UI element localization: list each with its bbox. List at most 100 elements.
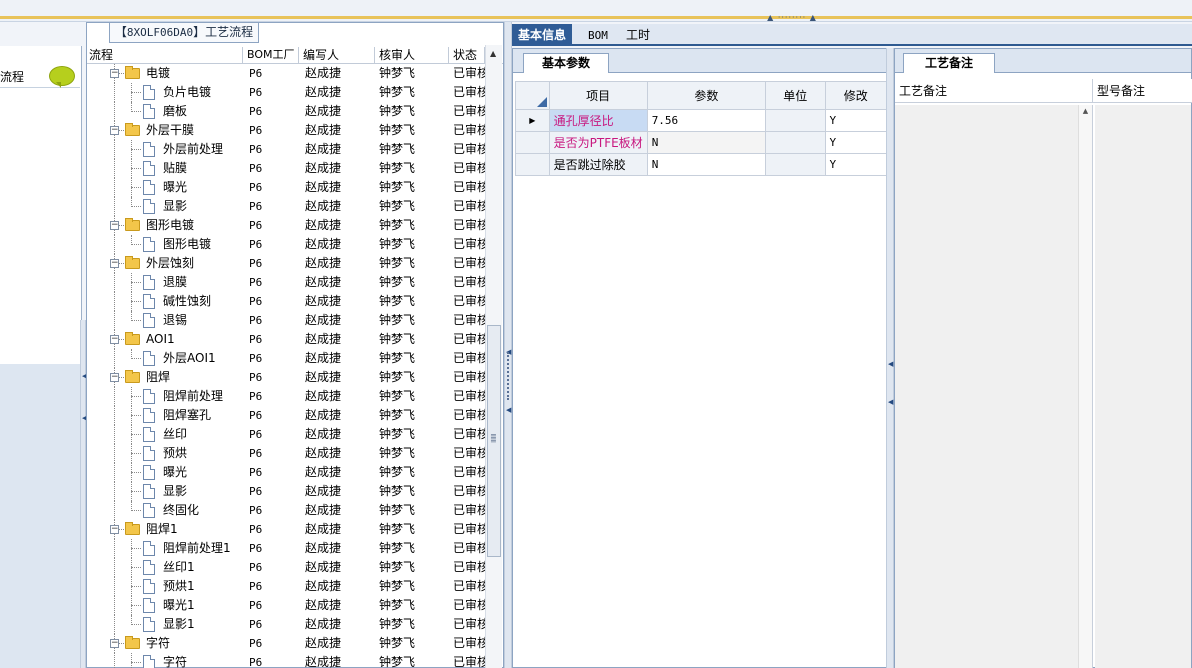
tree-cell-bom[interactable]: P6 — [243, 558, 299, 577]
tree-cell-author[interactable]: 赵成捷 — [299, 235, 375, 254]
tree-cell-bom[interactable]: P6 — [243, 577, 299, 596]
middle-splitter[interactable]: ◀ ◀ — [504, 22, 512, 668]
tree-cell-bom[interactable]: P6 — [243, 539, 299, 558]
col-header-modify[interactable]: 修改 — [824, 81, 888, 110]
tree-step-row[interactable]: 丝印1 P6 赵成捷 钟梦飞 已审核 — [87, 558, 503, 577]
tree-node[interactable]: − 外层干膜 — [87, 121, 243, 140]
tree-scrollbar[interactable]: ▲ ═ ═ ═ — [485, 45, 502, 668]
params-row[interactable]: ▶ 通孔厚径比 7.56 Y — [515, 109, 888, 132]
tree-cell-bom[interactable]: P6 — [243, 254, 299, 273]
tree-cell-author[interactable]: 赵成捷 — [299, 197, 375, 216]
col-header-value[interactable]: 参数 — [646, 81, 767, 110]
tree-cell-status[interactable]: 已审核 — [449, 368, 485, 387]
tree-cell-reviewer[interactable]: 钟梦飞 — [375, 539, 449, 558]
tree-cell-bom[interactable]: P6 — [243, 330, 299, 349]
tree-group-row[interactable]: − 外层蚀刻 P6 赵成捷 钟梦飞 已审核 — [87, 254, 503, 273]
tree-cell-reviewer[interactable]: 钟梦飞 — [375, 349, 449, 368]
tree-node[interactable]: − 阻焊 — [87, 368, 243, 387]
tree-cell-bom[interactable]: P6 — [243, 140, 299, 159]
tree-node[interactable]: 阻焊塞孔 — [87, 406, 243, 425]
col-header-item[interactable]: 项目 — [548, 81, 648, 110]
tree-cell-bom[interactable]: P6 — [243, 159, 299, 178]
tree-cell-reviewer[interactable]: 钟梦飞 — [375, 368, 449, 387]
tree-cell-bom[interactable]: P6 — [243, 406, 299, 425]
col-header-unit[interactable]: 单位 — [765, 81, 826, 110]
tab-basic-params[interactable]: 基本参数 — [523, 53, 609, 73]
tree-cell-author[interactable]: 赵成捷 — [299, 387, 375, 406]
tree-cell-reviewer[interactable]: 钟梦飞 — [375, 254, 449, 273]
tree-cell-status[interactable]: 已审核 — [449, 102, 485, 121]
param-unit[interactable] — [765, 131, 826, 154]
tree-cell-reviewer[interactable]: 钟梦飞 — [375, 634, 449, 653]
tree-step-row[interactable]: 外层前处理 P6 赵成捷 钟梦飞 已审核 — [87, 140, 503, 159]
tree-cell-status[interactable]: 已审核 — [449, 482, 485, 501]
tree-group-row[interactable]: − 字符 P6 赵成捷 钟梦飞 已审核 — [87, 634, 503, 653]
top-splitter-grip[interactable]: ▲ ········ ▲ — [760, 14, 824, 22]
tree-cell-bom[interactable]: P6 — [243, 653, 299, 668]
param-item[interactable]: 是否为PTFE板材 — [548, 131, 648, 154]
collapse-node-icon[interactable]: − — [110, 69, 119, 78]
tree-cell-status[interactable]: 已审核 — [449, 634, 485, 653]
tab-bom[interactable]: BOM — [582, 24, 614, 46]
tree-node[interactable]: 预烘 — [87, 444, 243, 463]
tab-basic-info[interactable]: 基本信息 — [512, 24, 573, 46]
tree-cell-author[interactable]: 赵成捷 — [299, 368, 375, 387]
tree-cell-bom[interactable]: P6 — [243, 102, 299, 121]
tree-step-row[interactable]: 曝光 P6 赵成捷 钟梦飞 已审核 — [87, 463, 503, 482]
collapse-node-icon[interactable]: − — [110, 373, 119, 382]
param-item[interactable]: 通孔厚径比 — [548, 109, 648, 132]
collapse-params-icon[interactable]: ◀ — [888, 360, 893, 368]
tree-cell-status[interactable]: 已审核 — [449, 178, 485, 197]
tab-process-remarks[interactable]: 工艺备注 — [903, 53, 995, 73]
tree-cell-bom[interactable]: P6 — [243, 482, 299, 501]
tree-cell-bom[interactable]: P6 — [243, 425, 299, 444]
tree-step-row[interactable]: 显影 P6 赵成捷 钟梦飞 已审核 — [87, 482, 503, 501]
right-splitter[interactable]: ◀ ◀ — [886, 48, 894, 668]
tree-cell-reviewer[interactable]: 钟梦飞 — [375, 197, 449, 216]
tree-cell-reviewer[interactable]: 钟梦飞 — [375, 311, 449, 330]
tree-cell-bom[interactable]: P6 — [243, 387, 299, 406]
col-header-model-remark[interactable]: 型号备注 — [1093, 79, 1191, 103]
tree-cell-status[interactable]: 已审核 — [449, 653, 485, 668]
tree-step-row[interactable]: 阻焊前处理 P6 赵成捷 钟梦飞 已审核 — [87, 387, 503, 406]
tree-cell-status[interactable]: 已审核 — [449, 197, 485, 216]
tree-cell-author[interactable]: 赵成捷 — [299, 558, 375, 577]
tree-cell-reviewer[interactable]: 钟梦飞 — [375, 596, 449, 615]
param-unit[interactable] — [765, 153, 826, 176]
tree-cell-reviewer[interactable]: 钟梦飞 — [375, 558, 449, 577]
collapse-node-icon[interactable]: − — [110, 221, 119, 230]
scroll-thumb[interactable]: ═ ═ ═ — [487, 325, 501, 557]
tree-cell-reviewer[interactable]: 钟梦飞 — [375, 653, 449, 668]
tree-cell-bom[interactable]: P6 — [243, 121, 299, 140]
tree-cell-reviewer[interactable]: 钟梦飞 — [375, 121, 449, 140]
collapse-node-icon[interactable]: − — [110, 259, 119, 268]
tree-node[interactable]: 显影1 — [87, 615, 243, 634]
tree-cell-status[interactable]: 已审核 — [449, 159, 485, 178]
tree-node[interactable]: 丝印1 — [87, 558, 243, 577]
tree-cell-status[interactable]: 已审核 — [449, 273, 485, 292]
tree-node[interactable]: 外层前处理 — [87, 140, 243, 159]
tree-cell-status[interactable]: 已审核 — [449, 349, 485, 368]
tree-node[interactable]: 曝光 — [87, 178, 243, 197]
tree-node[interactable]: 阻焊前处理 — [87, 387, 243, 406]
process-remark-textarea[interactable]: ▲ — [895, 105, 1093, 668]
param-value[interactable]: N — [646, 153, 767, 176]
tree-cell-status[interactable]: 已审核 — [449, 520, 485, 539]
tree-cell-reviewer[interactable]: 钟梦飞 — [375, 406, 449, 425]
tree-cell-bom[interactable]: P6 — [243, 311, 299, 330]
tree-cell-author[interactable]: 赵成捷 — [299, 121, 375, 140]
tree-cell-author[interactable]: 赵成捷 — [299, 463, 375, 482]
param-unit[interactable] — [765, 109, 826, 132]
left-pane-header[interactable]: 流程 — [0, 52, 80, 88]
params-row[interactable]: 是否跳过除胶 N Y — [515, 153, 888, 176]
tree-node[interactable]: 负片电镀 — [87, 83, 243, 102]
col-header-flow[interactable]: 流程 — [87, 47, 243, 63]
tree-node[interactable]: 丝印 — [87, 425, 243, 444]
tree-cell-author[interactable]: 赵成捷 — [299, 520, 375, 539]
collapse-node-icon[interactable]: − — [110, 525, 119, 534]
tree-cell-bom[interactable]: P6 — [243, 463, 299, 482]
tree-step-row[interactable]: 磨板 P6 赵成捷 钟梦飞 已审核 — [87, 102, 503, 121]
model-remark-textarea[interactable] — [1095, 105, 1191, 668]
tree-cell-author[interactable]: 赵成捷 — [299, 406, 375, 425]
tree-node[interactable]: − 阻焊1 — [87, 520, 243, 539]
